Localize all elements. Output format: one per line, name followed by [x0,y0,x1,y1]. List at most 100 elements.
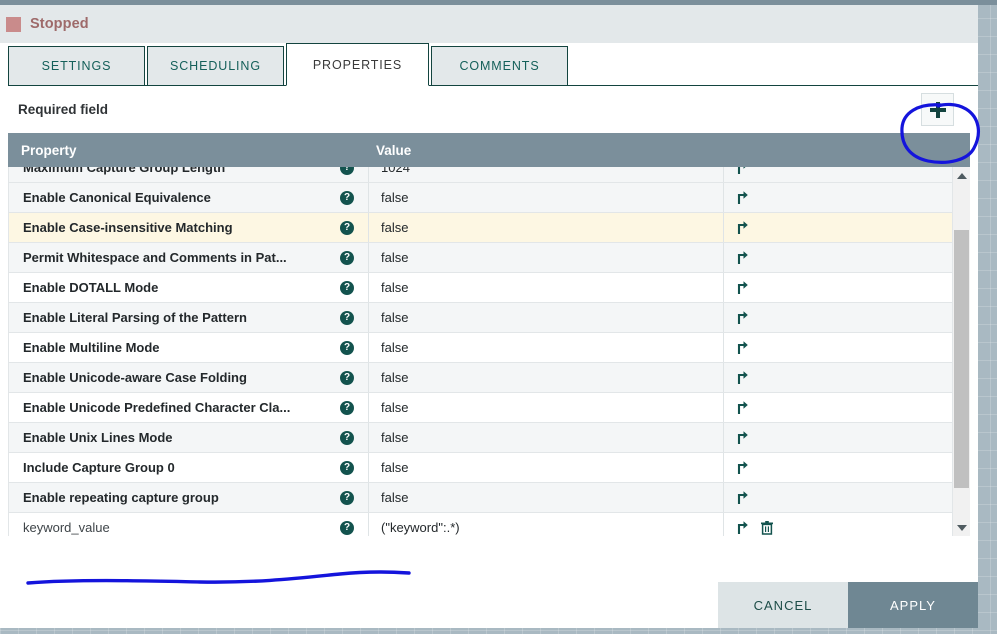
table-scrollbar[interactable] [952,167,970,536]
cell-property: Enable Case-insensitive Matching? [9,213,369,242]
cell-actions [724,213,970,242]
table-row[interactable]: Enable Canonical Equivalence?false [9,183,970,213]
table-row[interactable]: Enable Multiline Mode?false [9,333,970,363]
column-header-value: Value [368,143,970,158]
convert-to-parameter-icon[interactable] [736,310,749,325]
cell-property: Include Capture Group 0? [9,453,369,482]
cell-actions [724,183,970,212]
dialog-footer: CANCEL APPLY [0,582,978,628]
table-row[interactable]: Enable repeating capture group?false [9,483,970,513]
cancel-button[interactable]: CANCEL [718,582,848,628]
cell-property: Enable Unicode-aware Case Folding? [9,363,369,392]
tab-settings-label: SETTINGS [42,59,112,73]
cell-value[interactable]: ("keyword":.*) [369,513,724,536]
help-icon[interactable]: ? [340,371,354,385]
help-icon[interactable]: ? [340,221,354,235]
property-name: Enable Multiline Mode [23,340,160,355]
cell-property: Enable Unix Lines Mode? [9,423,369,452]
tab-properties-label: PROPERTIES [313,58,402,72]
column-header-property: Property [8,143,368,158]
convert-to-parameter-icon[interactable] [736,250,749,265]
convert-to-parameter-icon[interactable] [736,490,749,505]
convert-to-parameter-icon[interactable] [736,400,749,415]
scroll-up-arrow-icon[interactable] [953,167,970,184]
status-bar: Stopped [0,5,978,43]
properties-table: Property Value Maximum Capture Group Len… [8,133,970,536]
help-icon[interactable]: ? [340,167,354,175]
cell-property: Enable Unicode Predefined Character Cla.… [9,393,369,422]
tab-scheduling[interactable]: SCHEDULING [147,46,284,86]
cell-actions [724,423,970,452]
cell-value[interactable]: false [369,363,724,392]
convert-to-parameter-icon[interactable] [736,430,749,445]
tab-comments[interactable]: COMMENTS [431,46,568,86]
add-property-button[interactable] [921,93,954,126]
help-icon[interactable]: ? [340,461,354,475]
convert-to-parameter-icon[interactable] [736,280,749,295]
convert-to-parameter-icon[interactable] [736,220,749,235]
table-row[interactable]: Enable Unicode Predefined Character Cla.… [9,393,970,423]
apply-button-label: APPLY [890,598,936,613]
scrollbar-thumb[interactable] [954,230,969,488]
convert-to-parameter-icon[interactable] [736,370,749,385]
cancel-button-label: CANCEL [754,598,813,613]
cell-value[interactable]: false [369,423,724,452]
cell-value[interactable]: false [369,303,724,332]
help-icon[interactable]: ? [340,401,354,415]
cell-value[interactable]: false [369,453,724,482]
cell-actions [724,167,970,182]
cell-value[interactable]: false [369,273,724,302]
tab-comments-label: COMMENTS [459,59,539,73]
tab-strip: SETTINGS SCHEDULING PROPERTIES COMMENTS [0,43,978,86]
cell-value[interactable]: false [369,243,724,272]
convert-to-parameter-icon[interactable] [736,460,749,475]
apply-button[interactable]: APPLY [848,582,978,628]
table-row[interactable]: Enable DOTALL Mode?false [9,273,970,303]
cell-actions [724,453,970,482]
table-row[interactable]: Maximum Capture Group Length?1024 [9,167,970,183]
cell-value[interactable]: false [369,483,724,512]
table-rows: Maximum Capture Group Length?1024Enable … [9,167,970,536]
cell-actions [724,513,970,536]
status-swatch-icon [6,17,21,32]
convert-to-parameter-icon[interactable] [736,340,749,355]
help-icon[interactable]: ? [340,191,354,205]
table-row[interactable]: Enable Unicode-aware Case Folding?false [9,363,970,393]
table-row[interactable]: Enable Case-insensitive Matching?false [9,213,970,243]
cell-value[interactable]: false [369,183,724,212]
table-row[interactable]: keyword_value?("keyword":.*) [9,513,970,536]
convert-to-parameter-icon[interactable] [736,190,749,205]
cell-value[interactable]: false [369,333,724,362]
trash-icon[interactable] [761,521,773,535]
cell-property: keyword_value? [9,513,369,536]
help-icon[interactable]: ? [340,521,354,535]
cell-property: Enable Literal Parsing of the Pattern? [9,303,369,332]
convert-to-parameter-icon[interactable] [736,167,749,175]
help-icon[interactable]: ? [340,251,354,265]
property-name: Maximum Capture Group Length [23,167,225,175]
cell-actions [724,303,970,332]
convert-to-parameter-icon[interactable] [736,520,749,535]
cell-value[interactable]: 1024 [369,167,724,182]
table-row[interactable]: Enable Unix Lines Mode?false [9,423,970,453]
cell-actions [724,273,970,302]
tab-properties[interactable]: PROPERTIES [286,43,429,86]
cell-value[interactable]: false [369,213,724,242]
table-row[interactable]: Permit Whitespace and Comments in Pat...… [9,243,970,273]
help-icon[interactable]: ? [340,281,354,295]
help-icon[interactable]: ? [340,431,354,445]
tab-settings[interactable]: SETTINGS [8,46,145,86]
help-icon[interactable]: ? [340,491,354,505]
cell-property: Enable Multiline Mode? [9,333,369,362]
property-name: Enable Unicode Predefined Character Cla.… [23,400,290,415]
table-row[interactable]: Include Capture Group 0?false [9,453,970,483]
property-name: Enable Case-insensitive Matching [23,220,233,235]
help-icon[interactable]: ? [340,311,354,325]
table-row[interactable]: Enable Literal Parsing of the Pattern?fa… [9,303,970,333]
property-name: Include Capture Group 0 [23,460,175,475]
cell-property: Maximum Capture Group Length? [9,167,369,182]
help-icon[interactable]: ? [340,341,354,355]
scroll-down-arrow-icon[interactable] [953,519,970,536]
property-name: Enable Unicode-aware Case Folding [23,370,247,385]
cell-value[interactable]: false [369,393,724,422]
